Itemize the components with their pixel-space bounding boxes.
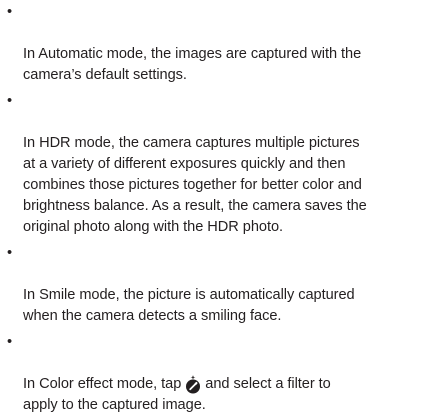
bullet-marker: •: [7, 245, 13, 261]
color-effect-icon: [185, 374, 201, 395]
automatic-mode-text: In Automatic mode, the images are captur…: [23, 46, 362, 83]
list-item-color-effect-mode: • In Color effect mode, tap and select a…: [7, 332, 428, 416]
bullet-marker: •: [7, 93, 13, 109]
list-item-automatic-mode: • In Automatic mode, the images are capt…: [7, 2, 428, 86]
list-item-hdr-mode: • In HDR mode, the camera captures multi…: [7, 91, 428, 238]
color-effect-text-before: In Color effect mode, tap: [23, 376, 186, 392]
camera-modes-list: • In Automatic mode, the images are capt…: [7, 2, 428, 416]
bullet-marker: •: [7, 4, 13, 20]
manual-page: • In Automatic mode, the images are capt…: [0, 0, 428, 413]
smile-mode-text: In Smile mode, the picture is automatica…: [23, 287, 355, 324]
bullet-marker: •: [7, 334, 13, 350]
hdr-mode-text: In HDR mode, the camera captures multipl…: [23, 135, 367, 235]
list-item-smile-mode: • In Smile mode, the picture is automati…: [7, 243, 428, 327]
